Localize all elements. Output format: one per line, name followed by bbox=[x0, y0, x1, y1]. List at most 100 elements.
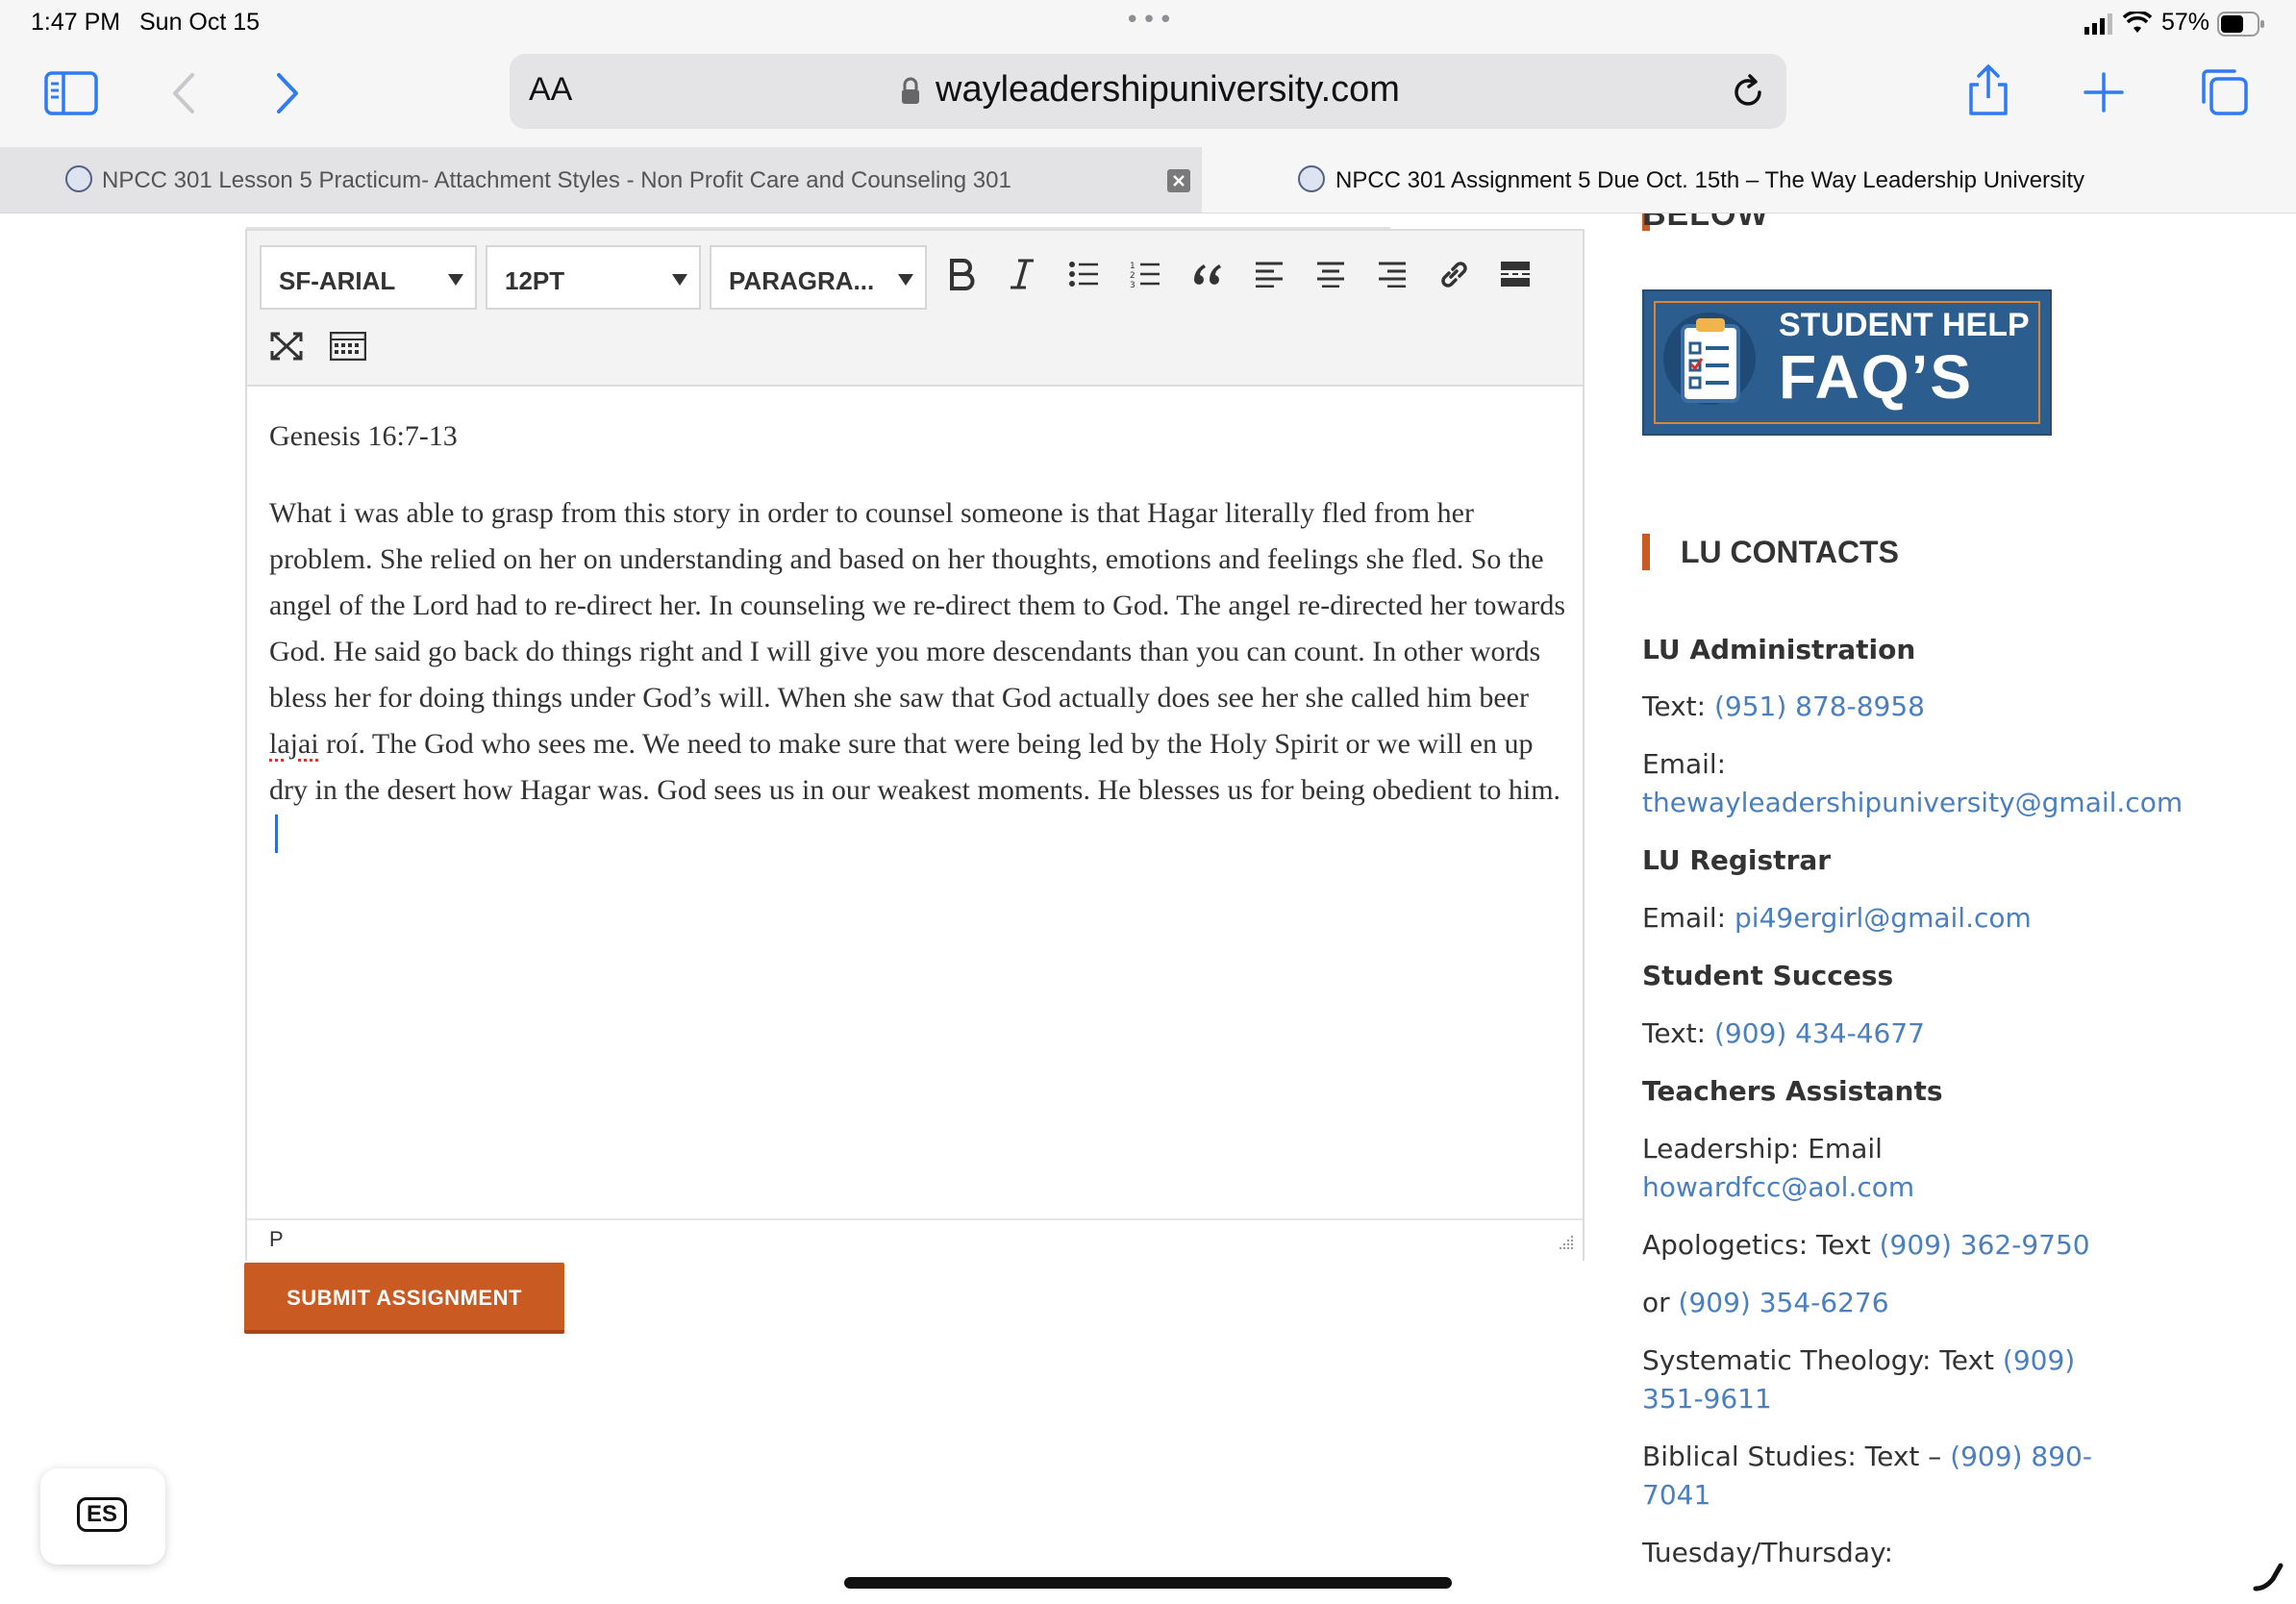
blockquote-button[interactable] bbox=[1183, 250, 1231, 298]
registrar-email-row: Email: pi49ergirl@gmail.com bbox=[1642, 902, 2032, 934]
keyboard-language-label: ES bbox=[77, 1497, 127, 1532]
back-chevron-icon[interactable] bbox=[169, 71, 198, 115]
chevron-down-icon bbox=[898, 274, 913, 286]
forward-chevron-icon[interactable] bbox=[273, 71, 302, 115]
leadership-label: Leadership: Email bbox=[1642, 1133, 1883, 1165]
insert-link-button[interactable] bbox=[1430, 250, 1478, 298]
label: Systematic Theology: Text bbox=[1642, 1344, 2003, 1376]
align-left-icon bbox=[1256, 262, 1283, 288]
reload-icon[interactable] bbox=[1729, 73, 1767, 112]
chevron-down-icon bbox=[448, 274, 463, 286]
chevron-down-icon bbox=[672, 274, 687, 286]
apologetics-row: Apologetics: Text (909) 362-9750 bbox=[1642, 1229, 2090, 1261]
site-favicon-icon bbox=[65, 165, 92, 192]
biblical-row: Biblical Studies: Text – (909) 890- bbox=[1642, 1441, 2092, 1472]
label: Text: bbox=[1642, 690, 1714, 722]
biblical-phone-link[interactable]: 7041 bbox=[1642, 1479, 1710, 1511]
address-url[interactable]: wayleadershipuniversity.com bbox=[936, 69, 1400, 111]
systematic-phone-link[interactable]: (909) bbox=[2003, 1344, 2075, 1376]
admin-text-row: Text: (951) 878-8958 bbox=[1642, 690, 1925, 722]
resize-handle-icon[interactable] bbox=[1558, 1234, 1575, 1251]
leadership-email-link[interactable]: howardfcc@aol.com bbox=[1642, 1171, 1914, 1203]
admin-title: LU Administration bbox=[1642, 634, 1916, 665]
toolbar-toggle-button[interactable] bbox=[324, 322, 372, 370]
numbered-list-button[interactable]: 123 bbox=[1121, 250, 1169, 298]
battery-icon bbox=[2217, 12, 2264, 37]
registrar-title: LU Registrar bbox=[1642, 844, 1832, 876]
faq-banner-title: STUDENT HELP bbox=[1779, 307, 2030, 343]
content-divider bbox=[246, 213, 1390, 229]
pencil-scribble-icon[interactable] bbox=[2252, 1560, 2284, 1592]
success-phone-link[interactable]: (909) 434-4677 bbox=[1714, 1017, 1925, 1049]
misspelled-word[interactable]: lajai bbox=[269, 728, 319, 760]
body-text: roí. The God who sees me. We need to mak… bbox=[269, 728, 1561, 806]
bold-icon bbox=[950, 259, 975, 290]
svg-text:3: 3 bbox=[1130, 281, 1136, 288]
bullet-list-icon bbox=[1069, 262, 1098, 287]
admin-phone-link[interactable]: (951) 878-8958 bbox=[1714, 690, 1925, 722]
align-right-icon bbox=[1379, 262, 1406, 288]
fullscreen-button[interactable] bbox=[262, 322, 311, 370]
alt-phone-link[interactable]: (909) 354-6276 bbox=[1679, 1287, 1889, 1318]
tab-assignment-active[interactable]: NPCC 301 Assignment 5 Due Oct. 15th – Th… bbox=[1202, 147, 2296, 213]
element-path[interactable]: P bbox=[269, 1227, 284, 1252]
numbered-list-icon: 123 bbox=[1130, 262, 1160, 288]
lock-icon bbox=[902, 77, 919, 104]
label: Email: bbox=[1642, 902, 1735, 934]
align-center-icon bbox=[1317, 262, 1344, 288]
home-indicator[interactable] bbox=[844, 1577, 1452, 1589]
block-format-value: PARAGRA... bbox=[729, 266, 875, 295]
block-format-select[interactable]: PARAGRA... bbox=[710, 245, 927, 310]
site-favicon-icon bbox=[1298, 165, 1325, 192]
admin-email-link[interactable]: thewayleadershipuniversity@gmail.com bbox=[1642, 787, 2183, 818]
label: or bbox=[1642, 1287, 1679, 1318]
font-family-select[interactable]: SF-ARIAL bbox=[260, 245, 477, 310]
font-size-value: 12PT bbox=[505, 266, 565, 295]
document-body[interactable]: What i was able to grasp from this story… bbox=[269, 490, 1567, 860]
sidebar-toggle-icon[interactable] bbox=[44, 71, 98, 115]
contacts-heading: LU CONTACTS bbox=[1681, 535, 1899, 569]
battery-percent: 57% bbox=[2161, 9, 2210, 36]
svg-text:1: 1 bbox=[1130, 262, 1136, 271]
font-family-value: SF-ARIAL bbox=[279, 266, 396, 295]
registrar-email-link[interactable]: pi49ergirl@gmail.com bbox=[1734, 902, 2032, 934]
status-time: 1:47 PM bbox=[31, 9, 121, 36]
share-icon[interactable] bbox=[1965, 63, 2011, 117]
align-left-button[interactable] bbox=[1245, 250, 1293, 298]
italic-button[interactable] bbox=[998, 250, 1046, 298]
apologetics-phone-link[interactable]: (909) 362-9750 bbox=[1880, 1229, 2090, 1261]
submit-label: SUBMIT ASSIGNMENT bbox=[287, 1286, 522, 1310]
heading-accent-bar bbox=[1642, 534, 1650, 570]
cellular-signal-icon bbox=[2084, 13, 2112, 35]
bullet-list-button[interactable] bbox=[1060, 250, 1108, 298]
font-size-select[interactable]: 12PT bbox=[486, 245, 701, 310]
link-icon bbox=[1441, 262, 1467, 288]
new-tab-plus-icon[interactable] bbox=[2083, 71, 2125, 113]
tuesday-thursday-label: Tuesday/Thursday: bbox=[1642, 1537, 1893, 1568]
submit-assignment-button[interactable]: SUBMIT ASSIGNMENT bbox=[244, 1263, 564, 1334]
systematic-phone-link[interactable]: 351-9611 bbox=[1642, 1383, 1772, 1415]
align-center-button[interactable] bbox=[1307, 250, 1355, 298]
close-tab-icon[interactable] bbox=[1167, 169, 1190, 192]
tab-title: NPCC 301 Lesson 5 Practicum- Attachment … bbox=[102, 167, 1011, 193]
read-more-button[interactable] bbox=[1491, 250, 1539, 298]
label: Text: bbox=[1642, 1017, 1714, 1049]
reader-aa-button[interactable]: AA bbox=[529, 71, 572, 109]
label: Biblical Studies: Text – bbox=[1642, 1441, 1951, 1472]
tab-lesson-practicum[interactable]: NPCC 301 Lesson 5 Practicum- Attachment … bbox=[0, 147, 1202, 213]
keyboard-icon bbox=[330, 332, 366, 361]
keyboard-language-chip[interactable]: ES bbox=[40, 1468, 165, 1565]
tabs-overview-icon[interactable] bbox=[2200, 67, 2250, 117]
clipboard-checklist-icon bbox=[1663, 313, 1756, 405]
biblical-phone-link[interactable]: (909) 890- bbox=[1950, 1441, 2092, 1472]
success-text-row: Text: (909) 434-4677 bbox=[1642, 1017, 1925, 1049]
systematic-row: Systematic Theology: Text (909) bbox=[1642, 1344, 2075, 1376]
align-right-button[interactable] bbox=[1368, 250, 1416, 298]
alt-phone-row: or (909) 354-6276 bbox=[1642, 1287, 1889, 1318]
body-text: What i was able to grasp from this story… bbox=[269, 497, 1566, 714]
bold-button[interactable] bbox=[937, 250, 986, 298]
student-help-faq-banner[interactable]: STUDENT HELP FAQ’S bbox=[1642, 289, 2052, 436]
document-heading[interactable]: Genesis 16:7-13 bbox=[269, 420, 458, 453]
multitasking-dots[interactable]: ••• bbox=[1125, 6, 1175, 35]
read-more-icon bbox=[1501, 262, 1530, 287]
